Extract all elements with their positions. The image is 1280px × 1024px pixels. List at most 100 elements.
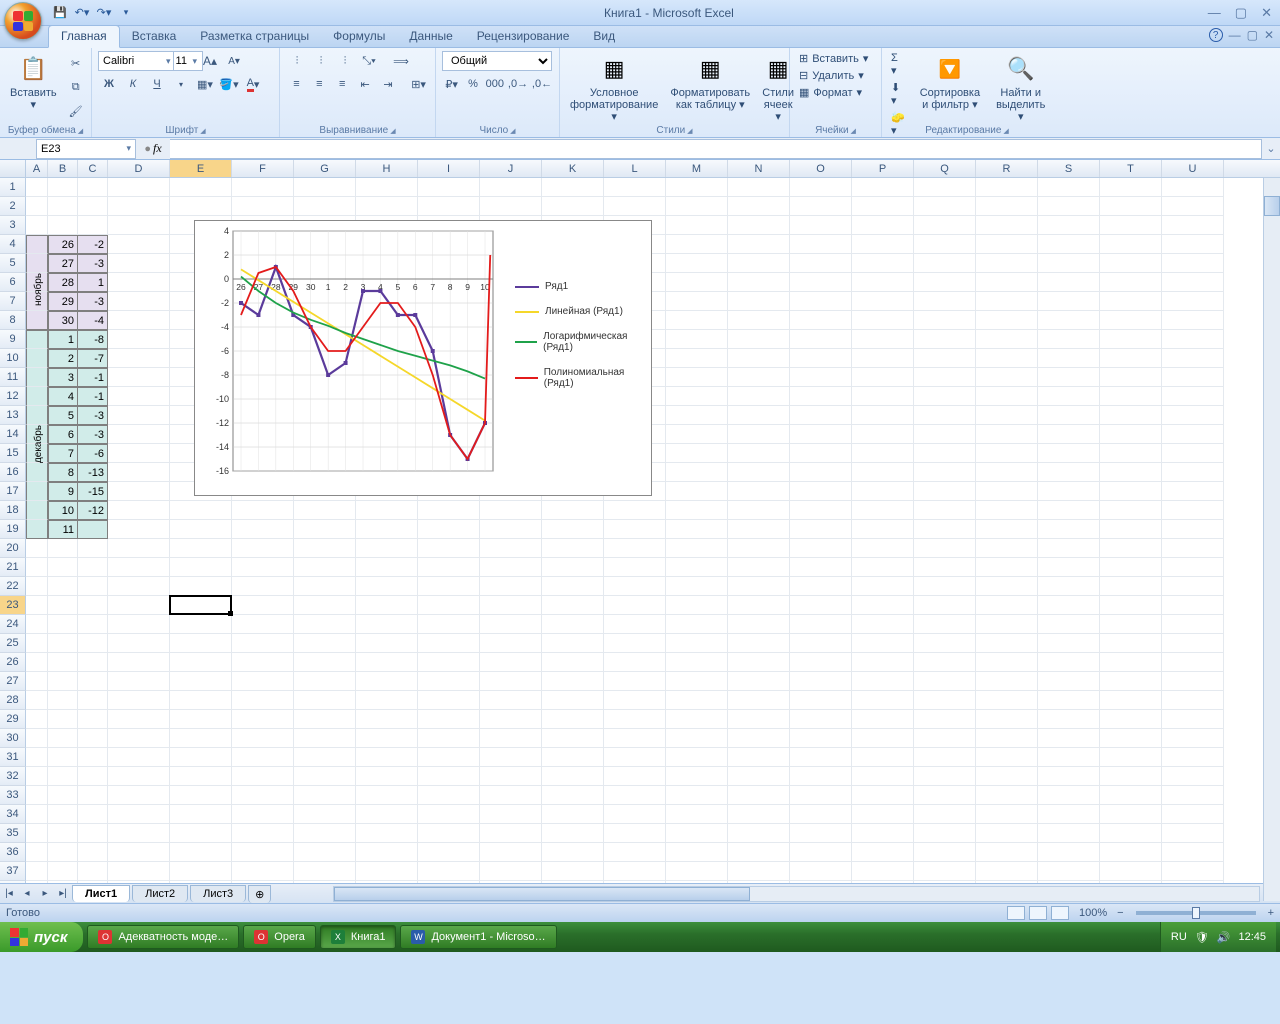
cell-C23[interactable] xyxy=(78,596,108,615)
cell-N23[interactable] xyxy=(728,596,790,615)
cell-U21[interactable] xyxy=(1162,558,1224,577)
cell-G33[interactable] xyxy=(294,786,356,805)
cell-B38[interactable] xyxy=(48,881,78,883)
expand-formula-icon[interactable]: ⌄ xyxy=(1262,142,1280,155)
cell-N2[interactable] xyxy=(728,197,790,216)
cell-A20[interactable] xyxy=(26,539,48,558)
cell-P16[interactable] xyxy=(852,463,914,482)
cell-T30[interactable] xyxy=(1100,729,1162,748)
cell-Q17[interactable] xyxy=(914,482,976,501)
cell-O4[interactable] xyxy=(790,235,852,254)
cell-L34[interactable] xyxy=(604,805,666,824)
cell-I19[interactable] xyxy=(418,520,480,539)
cell-O21[interactable] xyxy=(790,558,852,577)
cell-Q22[interactable] xyxy=(914,577,976,596)
cell-R13[interactable] xyxy=(976,406,1038,425)
cell-Q37[interactable] xyxy=(914,862,976,881)
cell-N22[interactable] xyxy=(728,577,790,596)
cells-format-button[interactable]: ▦ Формат ▾ xyxy=(796,85,875,100)
zoom-level[interactable]: 100% xyxy=(1079,907,1107,919)
sheet-tab-2[interactable]: Лист2 xyxy=(132,885,188,902)
cell-I20[interactable] xyxy=(418,539,480,558)
cell-M3[interactable] xyxy=(666,216,728,235)
cell-R12[interactable] xyxy=(976,387,1038,406)
cell-S11[interactable] xyxy=(1038,368,1100,387)
cell-U36[interactable] xyxy=(1162,843,1224,862)
cell-R27[interactable] xyxy=(976,672,1038,691)
cell-E30[interactable] xyxy=(170,729,232,748)
row-header-13[interactable]: 13 xyxy=(0,406,26,425)
merge-icon[interactable]: ⊞▾ xyxy=(408,74,429,94)
cell-B34[interactable] xyxy=(48,805,78,824)
cell-U33[interactable] xyxy=(1162,786,1224,805)
cell-I32[interactable] xyxy=(418,767,480,786)
cell-Q13[interactable] xyxy=(914,406,976,425)
cell-U19[interactable] xyxy=(1162,520,1224,539)
start-button[interactable]: пуск xyxy=(0,922,83,952)
cell-Q34[interactable] xyxy=(914,805,976,824)
cell-I34[interactable] xyxy=(418,805,480,824)
cell-U8[interactable] xyxy=(1162,311,1224,330)
cell-O23[interactable] xyxy=(790,596,852,615)
cell-U15[interactable] xyxy=(1162,444,1224,463)
cell-D3[interactable] xyxy=(108,216,170,235)
cell-H1[interactable] xyxy=(356,178,418,197)
sheet-nav-prev[interactable]: ◂ xyxy=(18,888,36,899)
cell-O9[interactable] xyxy=(790,330,852,349)
cell-C4[interactable]: -2 xyxy=(78,235,108,254)
cell-J1[interactable] xyxy=(480,178,542,197)
cell-D34[interactable] xyxy=(108,805,170,824)
cell-O32[interactable] xyxy=(790,767,852,786)
cell-Q9[interactable] xyxy=(914,330,976,349)
cell-P21[interactable] xyxy=(852,558,914,577)
select-all-corner[interactable] xyxy=(0,160,26,177)
cell-N28[interactable] xyxy=(728,691,790,710)
cell-T3[interactable] xyxy=(1100,216,1162,235)
cell-R31[interactable] xyxy=(976,748,1038,767)
cell-M32[interactable] xyxy=(666,767,728,786)
cell-P3[interactable] xyxy=(852,216,914,235)
fx-button[interactable]: ●fx xyxy=(136,141,170,156)
cell-J20[interactable] xyxy=(480,539,542,558)
cell-T14[interactable] xyxy=(1100,425,1162,444)
cell-F37[interactable] xyxy=(232,862,294,881)
cell-A22[interactable] xyxy=(26,577,48,596)
col-header-K[interactable]: K xyxy=(542,160,604,177)
cell-O14[interactable] xyxy=(790,425,852,444)
cell-J23[interactable] xyxy=(480,596,542,615)
cell-O26[interactable] xyxy=(790,653,852,672)
taskbar-item-1[interactable]: OOpera xyxy=(243,925,316,949)
cell-A11[interactable] xyxy=(26,368,48,387)
cell-J21[interactable] xyxy=(480,558,542,577)
cell-C22[interactable] xyxy=(78,577,108,596)
cell-B15[interactable]: 7 xyxy=(48,444,78,463)
cell-S12[interactable] xyxy=(1038,387,1100,406)
tab-insert[interactable]: Вставка xyxy=(120,26,189,47)
tab-formulas[interactable]: Формулы xyxy=(321,26,397,47)
cell-N8[interactable] xyxy=(728,311,790,330)
tab-home[interactable]: Главная xyxy=(48,25,120,48)
cell-M24[interactable] xyxy=(666,615,728,634)
cell-A31[interactable] xyxy=(26,748,48,767)
cell-A23[interactable] xyxy=(26,596,48,615)
cell-K32[interactable] xyxy=(542,767,604,786)
cell-A10[interactable] xyxy=(26,349,48,368)
cell-G28[interactable] xyxy=(294,691,356,710)
cell-M10[interactable] xyxy=(666,349,728,368)
cell-D7[interactable] xyxy=(108,292,170,311)
cell-K25[interactable] xyxy=(542,634,604,653)
row-header-3[interactable]: 3 xyxy=(0,216,26,235)
cell-F29[interactable] xyxy=(232,710,294,729)
row-header-24[interactable]: 24 xyxy=(0,615,26,634)
cell-M28[interactable] xyxy=(666,691,728,710)
cell-L37[interactable] xyxy=(604,862,666,881)
cell-M16[interactable] xyxy=(666,463,728,482)
cell-S26[interactable] xyxy=(1038,653,1100,672)
cell-B8[interactable]: 30 xyxy=(48,311,78,330)
cell-O5[interactable] xyxy=(790,254,852,273)
cell-G38[interactable] xyxy=(294,881,356,883)
cell-F27[interactable] xyxy=(232,672,294,691)
cell-D20[interactable] xyxy=(108,539,170,558)
col-header-O[interactable]: O xyxy=(790,160,852,177)
cell-N31[interactable] xyxy=(728,748,790,767)
